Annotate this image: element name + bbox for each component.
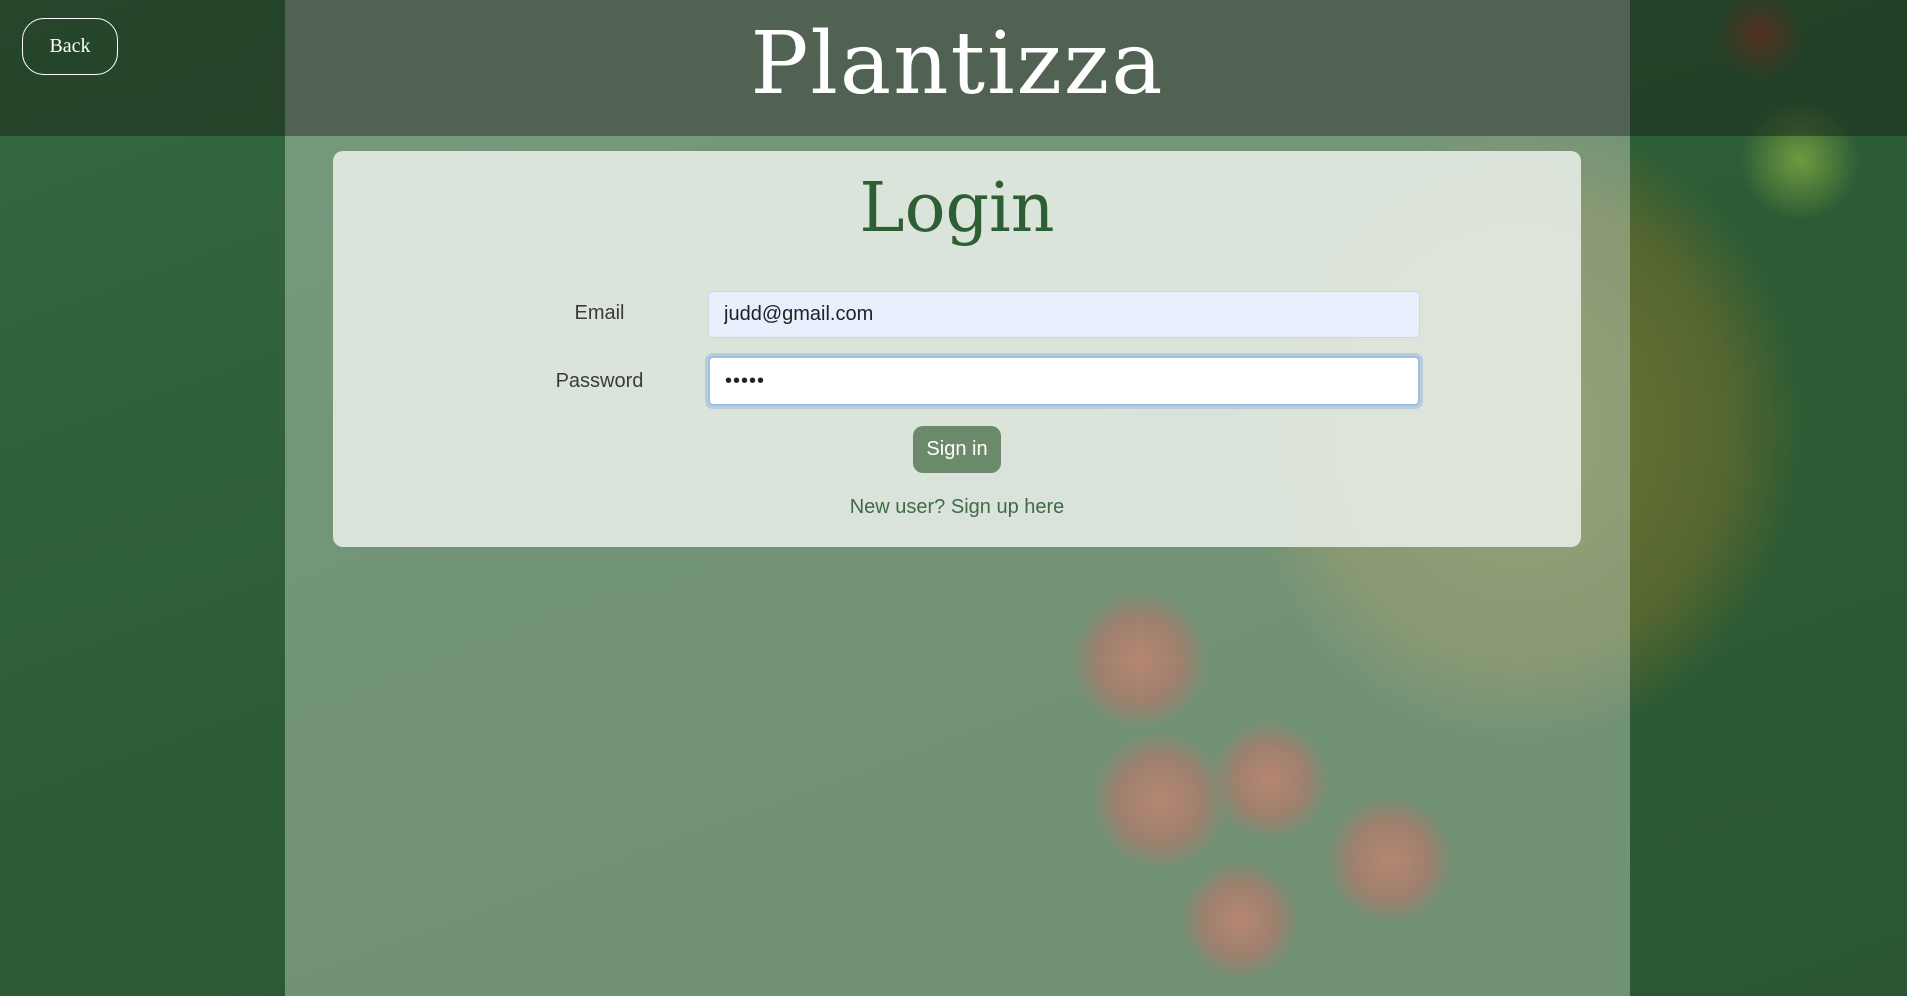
login-title: Login bbox=[859, 169, 1055, 248]
email-label: Email bbox=[574, 302, 625, 324]
back-button[interactable]: Back bbox=[22, 18, 118, 75]
sign-in-button[interactable]: Sign in bbox=[913, 426, 1001, 473]
password-field[interactable] bbox=[708, 356, 1420, 406]
login-card: Login Email Password Sign in New user? S… bbox=[333, 151, 1581, 547]
brand-title: Plantizza bbox=[750, 14, 1165, 114]
password-label: Password bbox=[555, 370, 644, 392]
email-field[interactable] bbox=[708, 291, 1420, 338]
sign-up-link[interactable]: New user? Sign up here bbox=[333, 496, 1581, 519]
